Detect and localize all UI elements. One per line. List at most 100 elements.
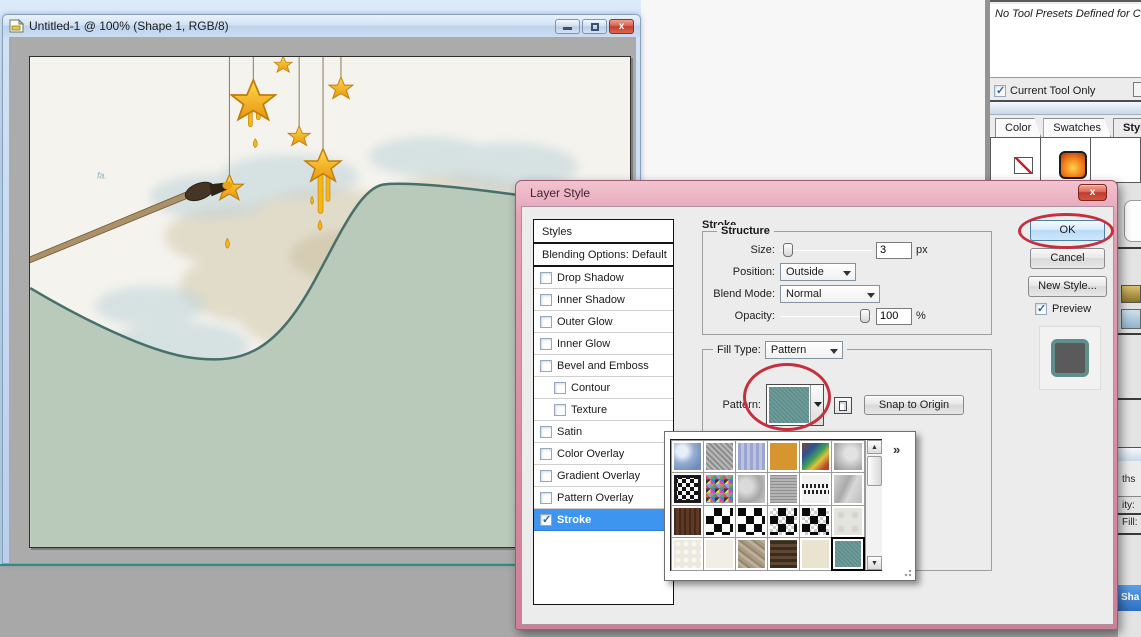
ok-button[interactable]: OK xyxy=(1030,220,1105,241)
pattern-swatch-ivory-lace[interactable] xyxy=(671,537,704,571)
style-cell-none[interactable] xyxy=(990,137,1041,183)
item-checkbox[interactable] xyxy=(540,448,552,460)
item-checkbox[interactable] xyxy=(540,492,552,504)
blending-options-row[interactable]: Blending Options: Default xyxy=(534,244,673,267)
opacity-label: Opacity: xyxy=(703,310,775,322)
fragment-divider xyxy=(1118,247,1141,249)
panel-header-strip[interactable] xyxy=(990,102,1141,115)
item-checkbox[interactable] xyxy=(540,294,552,306)
dialog-close-button[interactable]: x xyxy=(1078,184,1107,201)
current-tool-only-checkbox[interactable] xyxy=(994,85,1006,97)
size-slider-thumb[interactable] xyxy=(783,243,793,257)
style-cell-orange-glow[interactable] xyxy=(1041,137,1091,183)
item-checkbox[interactable] xyxy=(540,338,552,350)
pattern-swatch-script-lines[interactable] xyxy=(799,472,832,506)
styles-list-item-pattern-overlay[interactable]: Pattern Overlay xyxy=(534,487,673,509)
pattern-swatch-tan-granite[interactable] xyxy=(735,537,768,571)
pattern-swatch-checker-transparent[interactable] xyxy=(767,505,800,539)
position-select[interactable]: Outside xyxy=(780,263,856,281)
minimize-button[interactable] xyxy=(555,19,580,34)
new-pattern-button[interactable] xyxy=(834,397,852,414)
chevron-down-icon xyxy=(843,271,851,276)
fill-type-select[interactable]: Pattern xyxy=(765,341,843,359)
styles-list-item-satin[interactable]: Satin xyxy=(534,421,673,443)
pattern-swatch-lavender-weave[interactable] xyxy=(735,440,768,474)
scrollbar-thumb[interactable] xyxy=(867,456,882,486)
pattern-swatch-blue-bubbles[interactable] xyxy=(671,440,704,474)
swatch-fill xyxy=(770,443,797,471)
pattern-swatch-orange-fabric[interactable] xyxy=(767,440,800,474)
styles-list-item-texture[interactable]: Texture xyxy=(534,399,673,421)
pattern-swatch-cream-parchment[interactable] xyxy=(799,537,832,571)
new-style-button[interactable]: New Style... xyxy=(1028,276,1107,297)
pattern-swatch-dark-wood[interactable] xyxy=(671,505,704,539)
item-checkbox[interactable] xyxy=(554,404,566,416)
new-preset-button-fragment[interactable] xyxy=(1133,82,1141,97)
styles-list-item-contour[interactable]: Contour xyxy=(534,377,673,399)
item-checkbox[interactable] xyxy=(540,426,552,438)
selected-layer-fragment[interactable]: Sha xyxy=(1118,585,1141,611)
pattern-swatch-gray-speckle[interactable] xyxy=(767,472,800,506)
picker-flyout-menu-icon[interactable]: » xyxy=(893,442,899,457)
tab-color[interactable]: Color xyxy=(995,118,1041,137)
pattern-swatch-ivory-paper[interactable] xyxy=(703,537,736,571)
size-slider[interactable] xyxy=(780,243,872,257)
cancel-label: Cancel xyxy=(1050,252,1084,264)
restore-button[interactable] xyxy=(582,19,607,34)
paths-tab-fragment[interactable]: ths xyxy=(1122,474,1135,485)
styles-list-item-inner-glow[interactable]: Inner Glow xyxy=(534,333,673,355)
cancel-button[interactable]: Cancel xyxy=(1030,248,1105,269)
tab-swatches[interactable]: Swatches xyxy=(1043,118,1111,137)
pattern-swatch-rainbow-tiedye[interactable] xyxy=(799,440,832,474)
item-checkbox[interactable] xyxy=(554,382,566,394)
style-cell-partial[interactable] xyxy=(1091,137,1141,183)
item-checkbox[interactable] xyxy=(540,360,552,372)
item-checkbox[interactable] xyxy=(540,316,552,328)
pattern-swatch-gray-clouds[interactable] xyxy=(735,472,768,506)
styles-list-item-bevel-and-emboss[interactable]: Bevel and Emboss xyxy=(534,355,673,377)
pattern-picker-well[interactable] xyxy=(766,384,824,426)
pattern-swatch-checker-border[interactable] xyxy=(671,472,704,506)
opacity-slider[interactable] xyxy=(780,309,872,323)
minimize-icon xyxy=(563,27,572,30)
swatch-fill xyxy=(802,475,829,503)
pattern-dropdown-arrow[interactable] xyxy=(810,385,823,425)
blend-mode-select[interactable]: Normal xyxy=(780,285,880,303)
pattern-swatch-teal-texture[interactable] xyxy=(831,537,864,571)
fill-type-label: Fill Type: xyxy=(717,344,761,356)
pattern-swatch-checker-large[interactable] xyxy=(703,505,736,539)
styles-list-item-inner-shadow[interactable]: Inner Shadow xyxy=(534,289,673,311)
pattern-swatch-color-confetti[interactable] xyxy=(703,472,736,506)
styles-list-item-drop-shadow[interactable]: Drop Shadow xyxy=(534,267,673,289)
opacity-input[interactable] xyxy=(876,308,912,325)
resize-grip-icon[interactable] xyxy=(904,569,912,577)
pattern-swatch-checker-offset[interactable] xyxy=(735,505,768,539)
item-checkbox[interactable] xyxy=(540,470,552,482)
snap-to-origin-button[interactable]: Snap to Origin xyxy=(864,395,964,415)
styles-list-item-color-overlay[interactable]: Color Overlay xyxy=(534,443,673,465)
document-titlebar[interactable]: Untitled-1 @ 100% (Shape 1, RGB/8) x xyxy=(3,15,640,37)
chevron-down-icon xyxy=(867,293,875,298)
close-button[interactable]: x xyxy=(609,19,634,34)
item-checkbox[interactable] xyxy=(540,514,552,526)
tab-styles[interactable]: Styles xyxy=(1113,118,1141,137)
pattern-swatch-gray-noise[interactable] xyxy=(703,440,736,474)
pattern-swatch-gray-satin[interactable] xyxy=(831,472,864,506)
scroll-up-icon[interactable]: ▲ xyxy=(867,440,882,454)
pattern-swatch-pale-damask[interactable] xyxy=(831,505,864,539)
styles-list-item-outer-glow[interactable]: Outer Glow xyxy=(534,311,673,333)
pattern-swatch-checker-transparent-2[interactable] xyxy=(799,505,832,539)
styles-list-item-stroke[interactable]: Stroke xyxy=(534,509,673,531)
size-input[interactable] xyxy=(876,242,912,259)
preview-checkbox[interactable] xyxy=(1035,303,1047,315)
scroll-down-icon[interactable]: ▼ xyxy=(867,556,882,570)
item-checkbox[interactable] xyxy=(540,272,552,284)
pattern-swatch-dark-ornate[interactable] xyxy=(767,537,800,571)
opacity-slider-thumb[interactable] xyxy=(860,309,870,323)
pattern-grid-scrollbar[interactable]: ▲ ▼ xyxy=(865,440,882,570)
pattern-current-swatch[interactable] xyxy=(769,387,809,423)
style-thumb-fragment-gold xyxy=(1121,285,1141,303)
pattern-swatch-gray-marble[interactable] xyxy=(831,440,864,474)
tool-presets-list[interactable]: No Tool Presets Defined for Curr xyxy=(990,4,1141,78)
styles-list-item-gradient-overlay[interactable]: Gradient Overlay xyxy=(534,465,673,487)
